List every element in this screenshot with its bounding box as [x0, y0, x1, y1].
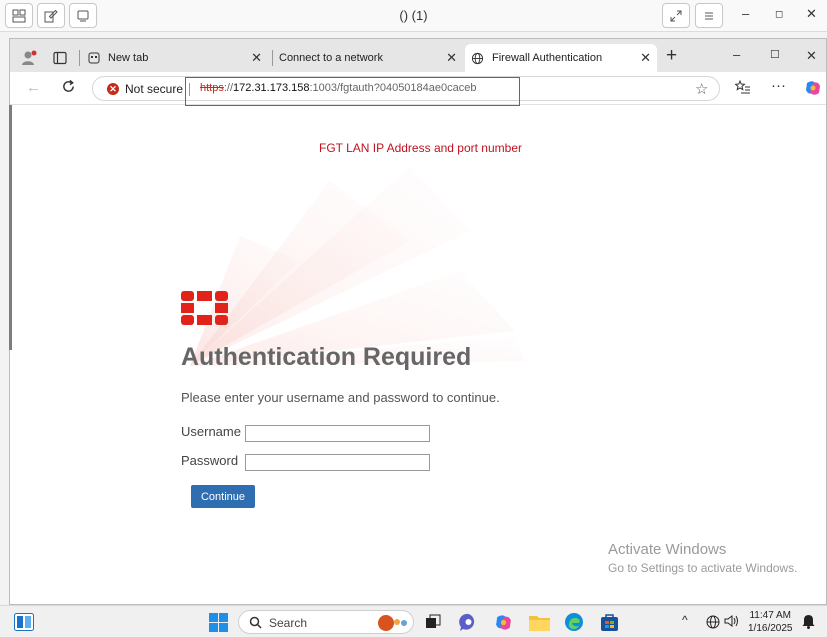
edge-icon[interactable] — [564, 612, 584, 637]
not-secure-label[interactable]: Not secure — [125, 82, 183, 96]
back-arrow-icon[interactable]: ← — [26, 79, 41, 96]
outer-maximize-icon[interactable]: ◻ — [775, 9, 783, 20]
browser-window: New tab ✕ Connect to a network ✕ Firewal… — [9, 38, 827, 605]
fortinet-logo-icon — [181, 291, 228, 325]
fullscreen-icon[interactable] — [662, 3, 690, 28]
watermark-line1: Activate Windows — [608, 541, 727, 558]
continue-button[interactable]: Continue — [191, 485, 255, 508]
more-options-icon[interactable]: ··· — [771, 77, 786, 94]
profile-icon[interactable] — [21, 50, 37, 71]
search-label: Search — [269, 616, 308, 630]
password-input[interactable] — [245, 454, 430, 471]
chevron-up-icon[interactable]: ^ — [682, 613, 688, 627]
chat-icon[interactable] — [459, 613, 478, 637]
clock-date: 1/16/2025 — [748, 623, 793, 634]
outer-scrollbar[interactable] — [9, 105, 12, 350]
copilot-icon[interactable] — [804, 79, 822, 102]
url-annotation-box — [185, 77, 520, 106]
not-secure-warning-icon: ✕ — [107, 83, 119, 95]
page-subtitle: Please enter your username and password … — [181, 390, 500, 405]
volume-icon[interactable] — [724, 614, 740, 633]
close-window-icon[interactable]: ✕ — [806, 48, 817, 64]
tab-label: Firewall Authentication — [492, 52, 603, 64]
tab-actions-icon[interactable] — [53, 51, 67, 70]
close-tab-icon[interactable]: ✕ — [446, 50, 457, 66]
tab-firewall-authentication[interactable]: Firewall Authentication ✕ — [465, 44, 657, 72]
outer-close-icon[interactable]: ✕ — [806, 6, 817, 22]
outer-minimize-icon[interactable]: – — [742, 6, 749, 21]
network-icon[interactable] — [706, 615, 720, 634]
favorites-list-icon[interactable] — [734, 79, 751, 100]
notification-bell-icon[interactable] — [802, 614, 815, 634]
task-view-icon[interactable] — [425, 614, 441, 635]
system-clock[interactable]: 11:47 AM 1/16/2025 — [748, 609, 793, 635]
search-icon — [249, 616, 262, 629]
copilot-taskbar-icon[interactable] — [494, 613, 513, 637]
close-tab-icon[interactable]: ✕ — [251, 50, 262, 66]
taskbar-search[interactable]: Search — [238, 610, 414, 634]
minimize-icon[interactable]: – — [733, 47, 740, 62]
username-label: Username — [181, 424, 241, 439]
store-icon[interactable] — [600, 613, 619, 637]
new-tab-plus-icon[interactable]: + — [666, 45, 677, 67]
watermark-line2: Go to Settings to activate Windows. — [608, 561, 798, 575]
globe-icon — [471, 52, 484, 64]
activate-windows-watermark: Activate Windows Go to Settings to activ… — [608, 541, 797, 575]
page-title: Authentication Required — [181, 343, 472, 371]
start-icon[interactable] — [209, 613, 228, 637]
tab-connect-network[interactable]: Connect to a network ✕ — [273, 44, 463, 72]
tab-new-tab[interactable]: New tab ✕ — [82, 44, 268, 72]
search-highlight-icon — [378, 615, 407, 631]
page-content: FGT LAN IP Address and port number Authe… — [10, 106, 826, 604]
annotation-label: FGT LAN IP Address and port number — [319, 141, 522, 155]
maximize-icon[interactable]: ☐ — [770, 48, 780, 61]
favorite-star-icon[interactable]: ☆ — [695, 80, 708, 98]
new-tab-page-icon — [88, 52, 100, 64]
close-tab-icon[interactable]: ✕ — [640, 50, 651, 66]
clock-time: 11:47 AM — [749, 610, 791, 621]
widgets-icon[interactable] — [14, 613, 34, 636]
tab-label: Connect to a network — [279, 52, 383, 64]
password-label: Password — [181, 453, 239, 468]
file-explorer-icon[interactable] — [529, 614, 550, 636]
tab-strip: New tab ✕ Connect to a network ✕ Firewal… — [10, 39, 826, 72]
remote-window-titlebar: () (1) – ◻ ✕ — [0, 0, 827, 32]
refresh-icon[interactable] — [61, 79, 76, 99]
username-input[interactable] — [245, 425, 430, 442]
tab-label: New tab — [108, 52, 149, 64]
taskbar: Search ^ 11:47 AM 1/16/2025 — [0, 605, 827, 637]
hamburger-menu-icon[interactable] — [695, 3, 723, 28]
